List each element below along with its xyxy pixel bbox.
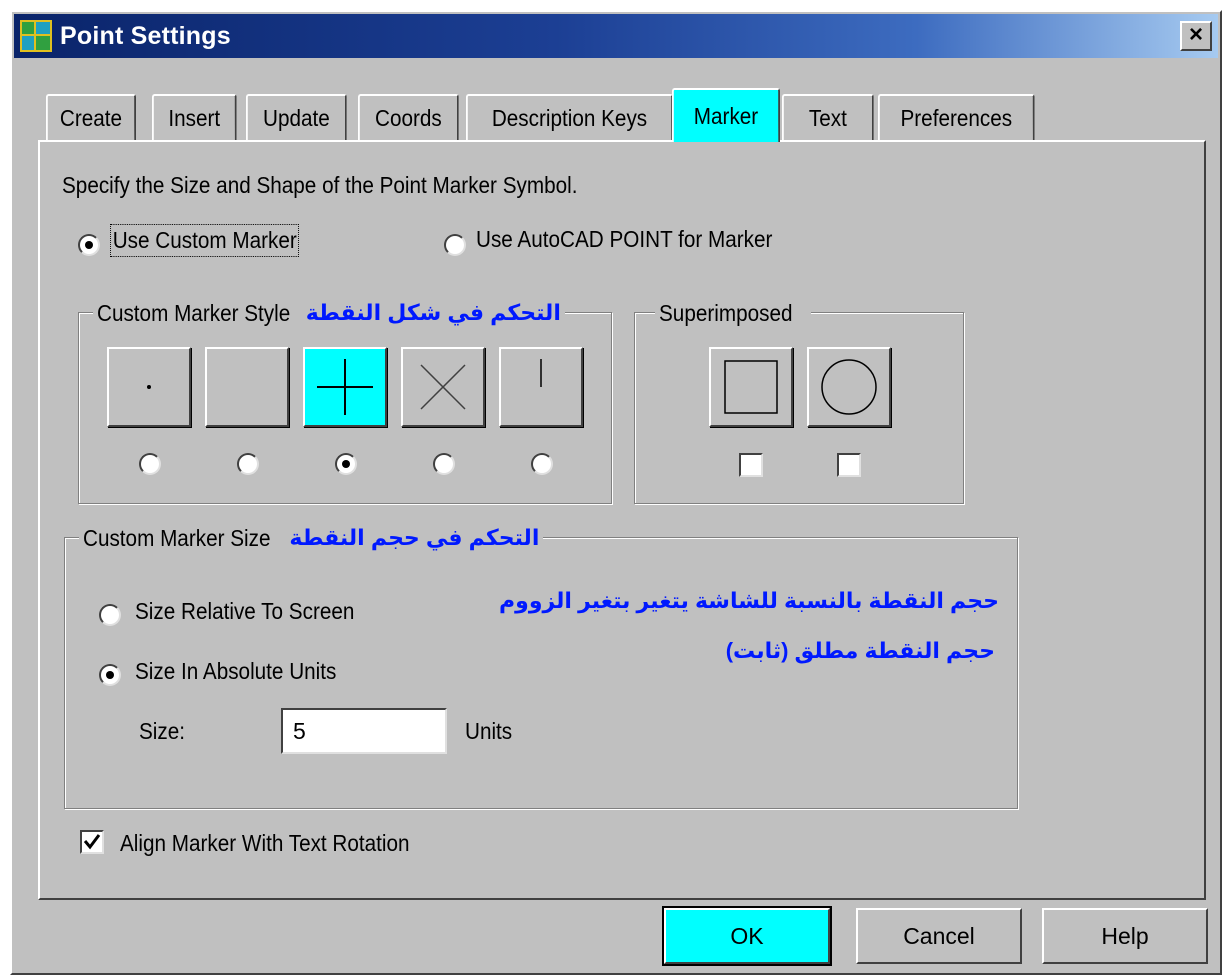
ok-button[interactable]: OK [662, 906, 832, 966]
marker-style-tick-radio[interactable] [531, 453, 553, 475]
title-bar[interactable]: Point Settings × [14, 14, 1218, 58]
absolute-note: حجم النقطة مطلق (ثابت) [725, 638, 995, 663]
custom-marker-style-label: Custom Marker Style [97, 299, 291, 326]
units-label: Units [465, 718, 513, 744]
x-marker-icon [420, 364, 466, 410]
tab-update[interactable]: Update [246, 94, 347, 140]
window-title: Point Settings [60, 21, 231, 50]
marker-style-plus-radio[interactable] [335, 453, 357, 475]
marker-style-tick-button[interactable] [499, 347, 583, 427]
relative-note: حجم النقطة بالنسبة للشاشة يتغير بتغير ال… [499, 588, 999, 613]
tab-label: Description Keys [491, 104, 648, 131]
style-annotation: التحكم في شكل النقطة [305, 300, 561, 325]
size-absolute-radio[interactable] [99, 664, 121, 686]
align-marker-label[interactable]: Align Marker With Text Rotation [120, 830, 410, 857]
help-button[interactable]: Help [1042, 908, 1208, 964]
cancel-label: Cancel [903, 922, 975, 949]
superimposed-legend: Superimposed [655, 296, 812, 330]
superimposed-group: Superimposed [634, 296, 964, 504]
size-field-label: Size: [139, 718, 186, 744]
close-icon: × [1188, 21, 1203, 48]
app-icon [20, 20, 52, 52]
size-absolute-label[interactable]: Size In Absolute Units [135, 658, 336, 685]
use-autocad-point-label[interactable]: Use AutoCAD POINT for Marker [476, 226, 772, 253]
plus-marker-icon [317, 359, 373, 415]
ok-label: OK [730, 922, 764, 949]
tab-label: Create [59, 104, 123, 131]
tab-create[interactable]: Create [46, 94, 136, 140]
marker-style-x-radio[interactable] [433, 453, 455, 475]
superimposed-label: Superimposed [659, 299, 793, 326]
use-custom-marker-label[interactable]: Use Custom Marker [110, 224, 300, 257]
size-input[interactable]: 5 [281, 708, 447, 754]
size-relative-label[interactable]: Size Relative To Screen [135, 598, 354, 625]
superimposed-circle-button[interactable] [807, 347, 891, 427]
checkmark-icon [83, 834, 101, 850]
square-marker-icon [724, 360, 778, 414]
align-marker-checkbox[interactable] [80, 830, 104, 854]
custom-marker-size-legend: Custom Marker Size التحكم في حجم النقطة [79, 521, 544, 555]
tab-insert[interactable]: Insert [152, 94, 237, 140]
use-custom-marker-radio[interactable] [78, 234, 100, 256]
tab-label: Update [263, 104, 330, 131]
use-autocad-point-radio[interactable] [444, 234, 466, 256]
tab-label: Insert [168, 104, 221, 131]
marker-style-plus-button[interactable] [303, 347, 387, 427]
tab-coords[interactable]: Coords [358, 94, 459, 140]
size-annotation: التحكم في حجم النقطة [289, 525, 540, 550]
superimposed-square-button[interactable] [709, 347, 793, 427]
superimposed-square-checkbox[interactable] [739, 453, 763, 477]
size-relative-radio[interactable] [99, 604, 121, 626]
custom-marker-size-label: Custom Marker Size [83, 524, 271, 551]
tab-label: Marker [693, 102, 759, 129]
custom-marker-style-group: Custom Marker Style التحكم في شكل النقطة [78, 296, 612, 504]
point-settings-dialog: Point Settings × Create Insert Update Co… [10, 10, 1222, 975]
tab-preferences[interactable]: Preferences [878, 94, 1035, 140]
tab-marker[interactable]: Marker [672, 88, 780, 142]
tab-description-keys[interactable]: Description Keys [466, 94, 673, 140]
blank-marker-icon [207, 349, 287, 425]
custom-marker-size-group: Custom Marker Size التحكم في حجم النقطة … [64, 521, 1018, 809]
marker-style-x-button[interactable] [401, 347, 485, 427]
superimposed-circle-checkbox[interactable] [837, 453, 861, 477]
tab-label: Coords [375, 104, 442, 131]
marker-style-dot-radio[interactable] [139, 453, 161, 475]
cancel-button[interactable]: Cancel [856, 908, 1022, 964]
tab-text[interactable]: Text [782, 94, 874, 140]
close-button[interactable]: × [1180, 21, 1212, 51]
instruction-text: Specify the Size and Shape of the Point … [62, 172, 578, 198]
marker-style-blank-button[interactable] [205, 347, 289, 427]
tick-marker-icon [540, 359, 542, 387]
circle-marker-icon [821, 359, 877, 415]
dot-marker-icon [147, 385, 151, 389]
tab-label: Text [808, 104, 847, 131]
marker-style-blank-radio[interactable] [237, 453, 259, 475]
custom-marker-style-legend: Custom Marker Style التحكم في شكل النقطة [93, 296, 565, 330]
help-label: Help [1101, 922, 1149, 949]
marker-tab-panel: Specify the Size and Shape of the Point … [38, 140, 1206, 900]
tab-label: Preferences [900, 104, 1013, 131]
marker-style-dot-button[interactable] [107, 347, 191, 427]
